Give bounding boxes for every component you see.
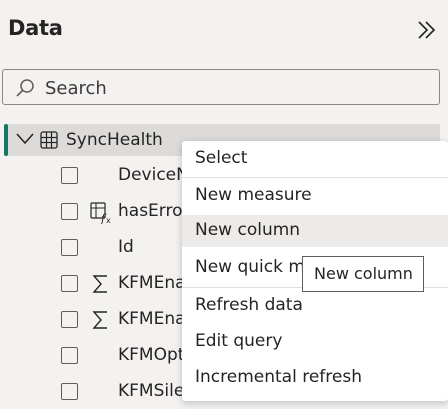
field-item[interactable]: Id: [0, 231, 190, 265]
field-item[interactable]: KFMOpt: [0, 339, 190, 373]
field-name: DeviceN: [118, 165, 189, 185]
menu-item-new-column[interactable]: New column: [182, 215, 448, 247]
tooltip-text: New column: [314, 264, 413, 283]
field-name: KFMSile: [118, 381, 185, 401]
field-name: KFMOpt: [118, 345, 185, 365]
menu-item-label: Edit query: [195, 331, 283, 351]
field-checkbox[interactable]: [61, 203, 78, 220]
tooltip: New column: [302, 256, 424, 292]
search-placeholder: Search: [45, 78, 107, 99]
collapse-pane-button[interactable]: [416, 19, 438, 41]
menu-item-label: New measure: [195, 185, 312, 205]
menu-item-label: Incremental refresh: [195, 367, 362, 387]
field-item[interactable]: KFMSile: [0, 375, 190, 409]
table-icon: [40, 131, 58, 149]
chevron-down-icon[interactable]: [16, 132, 34, 146]
menu-item-select[interactable]: Select: [182, 143, 448, 175]
menu-item-label: New column: [195, 220, 301, 240]
sigma-icon: [92, 275, 107, 293]
search-input[interactable]: Search: [2, 69, 440, 105]
calculated-column-icon: f x: [90, 202, 111, 224]
pane-title: Data: [8, 16, 63, 40]
field-item[interactable]: KFMEna: [0, 267, 190, 301]
field-item[interactable]: f x hasError: [0, 195, 190, 229]
search-icon: [16, 79, 34, 97]
double-chevron-right-icon: [418, 21, 436, 39]
menu-item-label: Refresh data: [195, 295, 303, 315]
menu-item-refresh-data[interactable]: Refresh data: [182, 290, 448, 322]
field-checkbox[interactable]: [61, 167, 78, 184]
selection-accent-bar: [4, 124, 8, 156]
field-item[interactable]: KFMEna: [0, 303, 190, 337]
svg-text:x: x: [106, 216, 111, 224]
field-checkbox[interactable]: [61, 275, 78, 292]
field-checkbox[interactable]: [61, 383, 78, 400]
field-name: KFMEna: [118, 273, 186, 293]
menu-item-label: Select: [195, 148, 248, 168]
field-checkbox[interactable]: [61, 311, 78, 328]
field-item[interactable]: DeviceN: [0, 159, 190, 193]
menu-item-edit-query[interactable]: Edit query: [182, 326, 448, 358]
field-name: Id: [118, 237, 134, 257]
menu-item-new-measure[interactable]: New measure: [182, 180, 448, 212]
field-checkbox[interactable]: [61, 239, 78, 256]
table-name: SyncHealth: [66, 130, 163, 150]
field-checkbox[interactable]: [61, 347, 78, 364]
sigma-icon: [92, 311, 107, 329]
field-name: hasError: [118, 201, 190, 221]
field-name: KFMEna: [118, 309, 186, 329]
menu-item-incremental-refresh[interactable]: Incremental refresh: [182, 362, 448, 394]
menu-divider: [182, 177, 448, 178]
